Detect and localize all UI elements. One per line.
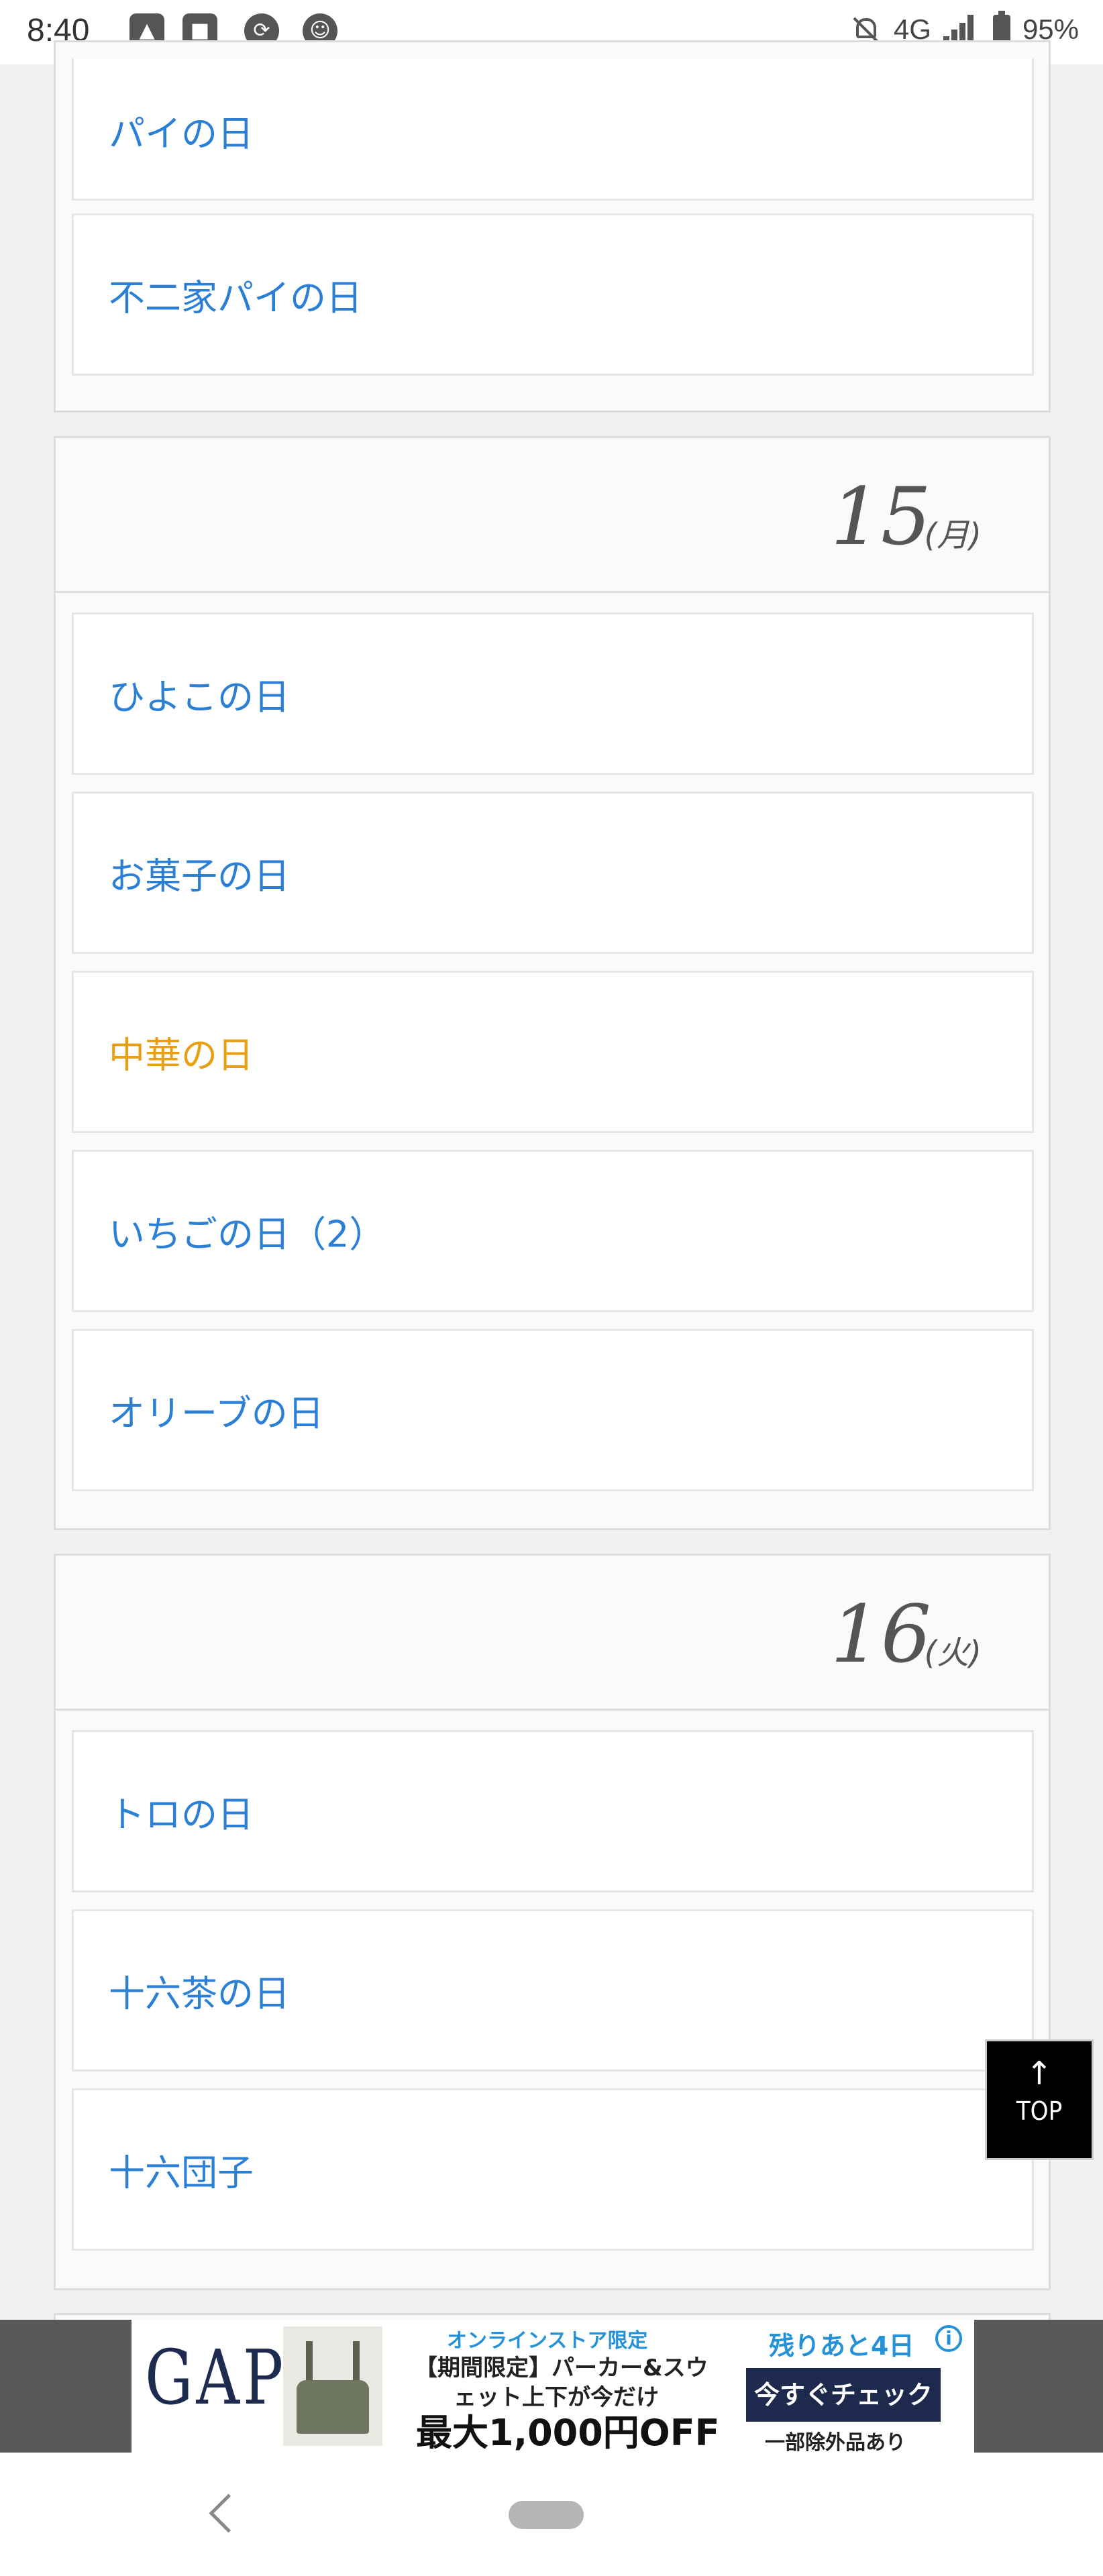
back-icon[interactable] <box>209 2493 248 2533</box>
list-item-label: 十六団子 <box>109 2151 254 2194</box>
list-item[interactable]: いちごの日（2） <box>72 1150 1034 1312</box>
list-item-label: お菓子の日 <box>109 855 290 898</box>
list-item[interactable]: オリーブの日 <box>72 1329 1034 1491</box>
list-item-label: トロの日 <box>109 1793 254 1836</box>
list-item[interactable]: 不二家パイの日 <box>72 213 1034 376</box>
product-image <box>283 2326 382 2446</box>
gap-logo: GAP <box>145 2334 286 2422</box>
day-box-previous: パイの日 不二家パイの日 <box>54 40 1051 413</box>
list-item[interactable]: パイの日 <box>72 58 1034 201</box>
back-to-top-button[interactable]: ↑ TOP <box>985 2039 1094 2160</box>
day-of-week: (火) <box>924 1634 982 1672</box>
list-item[interactable]: お菓子の日 <box>72 792 1034 954</box>
navigation-bar <box>0 2453 1103 2576</box>
info-icon[interactable]: i <box>935 2325 962 2352</box>
ad-banner[interactable]: GAP オンラインストア限定 【期間限定】パーカー&スウ ェット上下が今だけ 最… <box>132 2320 974 2455</box>
ad-line-1: 【期間限定】パーカー&スウ <box>415 2355 708 2381</box>
day-header: 15 (月) <box>56 438 1049 593</box>
ad-remaining: 残りあと4日 <box>769 2331 914 2361</box>
day-of-week: (月) <box>924 517 982 554</box>
day-header: 16 (火) <box>56 1556 1049 1711</box>
ad-headline: 最大1,000円OFF <box>416 2412 720 2454</box>
list-item-label: 十六茶の日 <box>109 1972 290 2015</box>
list-item[interactable]: 十六茶の日 <box>72 1909 1034 2072</box>
list-item[interactable]: ひよこの日 <box>72 612 1034 775</box>
list-item[interactable]: 十六団子 <box>72 2088 1034 2251</box>
list-item-label: オリーブの日 <box>109 1392 324 1435</box>
home-pill[interactable] <box>509 2501 584 2529</box>
ad-note: 一部除外品あり <box>765 2431 906 2455</box>
day-number: 15 <box>830 470 931 563</box>
list-item-label: ひよこの日 <box>109 676 290 718</box>
list-item-label: パイの日 <box>109 113 254 155</box>
list-item-label-highlight: 中華の日 <box>109 1034 254 1077</box>
list-item-label: いちごの日（2） <box>109 1213 386 1256</box>
list-item-label: 不二家パイの日 <box>109 276 362 319</box>
ad-cta-button[interactable]: 今すぐチェック <box>746 2368 941 2422</box>
ad-bar: GAP オンラインストア限定 【期間限定】パーカー&スウ ェット上下が今だけ 最… <box>0 2320 1103 2455</box>
day-box-15: 15 (月) ひよこの日 お菓子の日 中華の日 いちごの日（2） オリーブの日 <box>54 436 1051 1530</box>
arrow-up-icon: ↑ <box>1025 2055 1053 2092</box>
day-number: 16 <box>830 1588 931 1680</box>
day-box-16: 16 (火) トロの日 十六茶の日 十六団子 <box>54 1554 1051 2290</box>
list-item[interactable]: 中華の日 <box>72 971 1034 1133</box>
list-item[interactable]: トロの日 <box>72 1730 1034 1892</box>
top-button-label: TOP <box>1016 2096 1063 2126</box>
